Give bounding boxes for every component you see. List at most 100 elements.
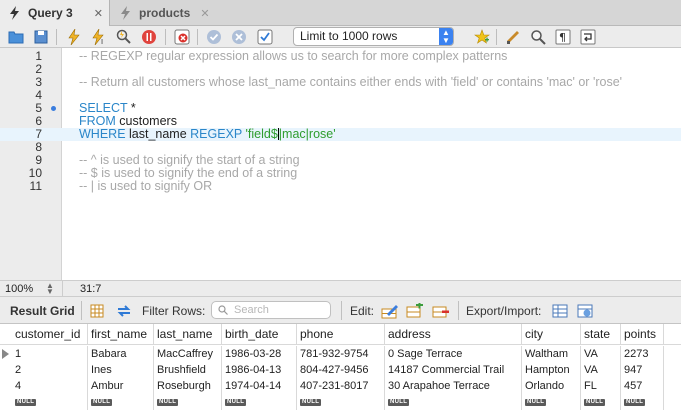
table-cell[interactable]: NULL [154, 394, 222, 410]
table-cell[interactable]: 14187 Commercial Trail [385, 362, 522, 378]
table-cell[interactable]: 804-427-9456 [297, 362, 385, 378]
table-cell[interactable]: 4 [12, 378, 88, 394]
table-cell[interactable]: VA [581, 346, 621, 362]
editor-line[interactable]: 1 -- REGEXP regular expression allows us … [0, 50, 681, 63]
table-cell[interactable]: 1 [12, 346, 88, 362]
null-badge: NULL [15, 399, 37, 406]
table-cell[interactable]: 1986-04-13 [222, 362, 297, 378]
table-cell[interactable]: NULL [385, 394, 522, 410]
editor-line[interactable]: 7 WHERE last_name REGEXP 'field$|mac|rose… [0, 128, 681, 141]
table-cell[interactable]: 1986-03-28 [222, 346, 297, 362]
chevron-updown-icon[interactable]: ▲ ▼ [46, 282, 56, 296]
export-icon[interactable] [551, 301, 571, 320]
open-folder-icon[interactable] [7, 28, 25, 46]
result-grid-label[interactable]: Result Grid [10, 304, 75, 318]
tab-products[interactable]: products ✕ [111, 0, 211, 26]
sql-token: last_name [125, 127, 191, 141]
code-text: WHERE last_name REGEXP 'field$|mac|rose' [79, 128, 336, 141]
table-cell[interactable]: NULL [88, 394, 154, 410]
column-header[interactable]: last_name [154, 324, 222, 344]
table-cell[interactable]: 1974-04-14 [222, 378, 297, 394]
search-placeholder: Search [234, 304, 269, 316]
table-cell[interactable]: 947 [621, 362, 664, 378]
chevron-updown-icon: ▲ ▼ [439, 28, 453, 45]
code-text: -- REGEXP regular expression allows us t… [79, 50, 507, 63]
add-row-icon[interactable] [405, 301, 425, 320]
beautify-icon[interactable] [473, 28, 491, 46]
close-icon[interactable]: ✕ [200, 7, 209, 20]
table-cell[interactable]: NULL [581, 394, 621, 410]
table-row[interactable]: 1 Babara MacCaffrey 1986-03-28 781-932-9754 0… [0, 346, 681, 362]
null-badge: NULL [584, 399, 606, 406]
autocommit-icon[interactable] [256, 28, 274, 46]
sql-comment: -- REGEXP regular expression allows us t… [79, 49, 508, 63]
column-header[interactable]: state [581, 324, 621, 344]
table-row[interactable]: 2 Ines Brushfield 1986-04-13 804-427-9456 141… [0, 362, 681, 378]
grid-view-icon[interactable] [87, 301, 107, 320]
save-icon[interactable] [32, 28, 50, 46]
commit-icon[interactable] [205, 28, 223, 46]
filter-search-input[interactable]: Search [211, 301, 331, 319]
find-icon[interactable] [529, 28, 547, 46]
table-cell[interactable]: NULL [522, 394, 581, 410]
column-header[interactable]: phone [297, 324, 385, 344]
table-cell[interactable]: Orlando [522, 378, 581, 394]
lightning-icon [119, 6, 133, 20]
editor-line[interactable]: 11 -- | is used to signify OR [0, 180, 681, 193]
toggle-error-icon[interactable] [173, 28, 191, 46]
table-cell[interactable]: Brushfield [154, 362, 222, 378]
delete-row-icon[interactable] [431, 301, 451, 320]
column-header[interactable]: birth_date [222, 324, 297, 344]
svg-text:¶: ¶ [559, 31, 566, 44]
statement-marker-icon [51, 106, 56, 111]
table-cell[interactable]: 2273 [621, 346, 664, 362]
zoom-level[interactable]: 100% [5, 283, 33, 295]
table-cell[interactable]: 0 Sage Terrace [385, 346, 522, 362]
table-cell[interactable]: Ines [88, 362, 154, 378]
column-header[interactable]: address [385, 324, 522, 344]
table-cell[interactable]: VA [581, 362, 621, 378]
table-cell[interactable]: NULL [12, 394, 88, 410]
table-row[interactable]: 4 Ambur Roseburgh 1974-04-14 407-231-8017 30 … [0, 378, 681, 394]
wrap-icon[interactable] [579, 28, 597, 46]
close-icon[interactable]: ✕ [94, 7, 103, 20]
refresh-icon[interactable] [114, 301, 134, 320]
table-cell[interactable]: 407-231-8017 [297, 378, 385, 394]
column-header[interactable]: points [621, 324, 664, 344]
table-cell[interactable]: 30 Arapahoe Terrace [385, 378, 522, 394]
execute-icon[interactable] [65, 28, 83, 46]
editor-line[interactable]: 3 -- Return all customers whose last_name… [0, 76, 681, 89]
execute-current-icon[interactable]: I [90, 28, 108, 46]
column-header[interactable]: customer_id [12, 324, 88, 344]
invisibles-icon[interactable]: ¶ [554, 28, 572, 46]
table-cell[interactable]: Roseburgh [154, 378, 222, 394]
table-cell[interactable]: NULL [621, 394, 664, 410]
limit-rows-select[interactable]: Limit to 1000 rows ▲ ▼ [293, 27, 454, 46]
table-cell[interactable]: NULL [297, 394, 385, 410]
table-cell[interactable]: 2 [12, 362, 88, 378]
table-cell[interactable]: 457 [621, 378, 664, 394]
table-cell[interactable]: 781-932-9754 [297, 346, 385, 362]
edit-row-icon[interactable] [380, 301, 400, 320]
column-header[interactable]: city [522, 324, 581, 344]
result-toolbar: Result Grid Filter Rows: Search Edit: Ex… [0, 297, 681, 324]
stop-icon[interactable] [140, 28, 158, 46]
table-cell[interactable]: FL [581, 378, 621, 394]
column-header[interactable]: first_name [88, 324, 154, 344]
tab-query-3[interactable]: Query 3 ✕ [0, 0, 110, 26]
result-grid[interactable]: customer_id first_name last_name birth_date… [0, 324, 681, 417]
table-cell[interactable]: NULL [222, 394, 297, 410]
rollback-icon[interactable] [230, 28, 248, 46]
tab-label: Query 3 [28, 6, 73, 20]
explain-icon[interactable] [115, 28, 133, 46]
import-icon[interactable] [576, 301, 596, 320]
table-cell[interactable]: Waltham [522, 346, 581, 362]
table-cell[interactable]: MacCaffrey [154, 346, 222, 362]
snippet-icon[interactable] [504, 28, 522, 46]
table-cell[interactable]: Babara [88, 346, 154, 362]
export-import-label: Export/Import: [466, 304, 542, 318]
table-cell[interactable]: Ambur [88, 378, 154, 394]
table-cell[interactable]: Hampton [522, 362, 581, 378]
new-row[interactable]: NULL NULL NULL NULL NULL NULL NULL NULL NULL [0, 394, 681, 410]
sql-editor[interactable]: 1 -- REGEXP regular expression allows us … [0, 48, 681, 280]
